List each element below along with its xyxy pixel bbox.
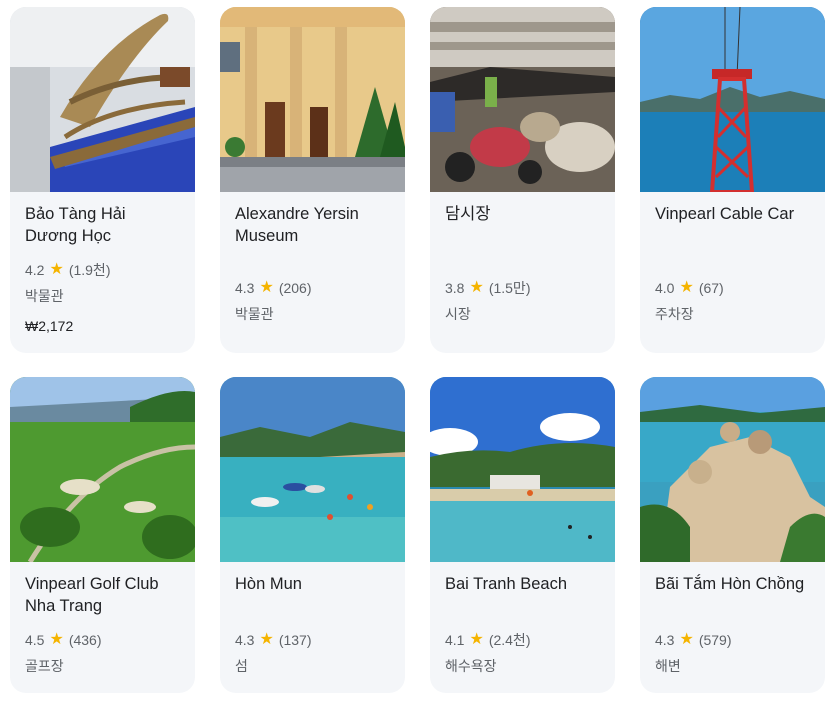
place-photo: [430, 7, 615, 192]
place-photo: [640, 7, 825, 192]
review-count: (1.5만): [488, 280, 531, 296]
place-photo: [430, 377, 615, 562]
rating-value: 4.3: [235, 280, 255, 296]
rating-value: 4.2: [25, 262, 45, 278]
place-card[interactable]: Alexandre Yersin Museum 4.3 ★ (206) 박물관: [220, 7, 405, 353]
place-card[interactable]: Bai Tranh Beach 4.1 ★ (2.4천) 해수욕장: [430, 377, 615, 693]
place-card[interactable]: Vinpearl Golf Club Nha Trang 4.5 ★ (436)…: [10, 377, 195, 693]
review-count: (137): [278, 632, 312, 648]
place-photo: [10, 7, 195, 192]
review-count: (1.9천): [68, 262, 111, 278]
place-photo: [220, 377, 405, 562]
star-icon: ★: [49, 631, 64, 648]
rating: 4.1 ★ (2.4천): [445, 631, 600, 649]
rating-value: 4.3: [235, 632, 255, 648]
rating: 3.8 ★ (1.5만): [445, 279, 600, 297]
place-title: Bảo Tàng Hải Dương Học: [25, 205, 126, 245]
place-title: Vinpearl Golf Club Nha Trang: [25, 575, 159, 615]
place-category: 주차장: [655, 306, 694, 322]
places-grid: Bảo Tàng Hải Dương Học 4.2 ★ (1.9천) 박물관 …: [10, 7, 825, 693]
place-category: 박물관: [235, 306, 274, 322]
place-category: 골프장: [25, 658, 64, 674]
review-count: (436): [68, 632, 102, 648]
place-card[interactable]: Bảo Tàng Hải Dương Học 4.2 ★ (1.9천) 박물관 …: [10, 7, 195, 353]
star-icon: ★: [49, 261, 64, 278]
rating-value: 4.3: [655, 632, 675, 648]
place-card[interactable]: Bãi Tắm Hòn Chồng 4.3 ★ (579) 해변: [640, 377, 825, 693]
place-photo: [10, 377, 195, 562]
place-card[interactable]: Hòn Mun 4.3 ★ (137) 섬: [220, 377, 405, 693]
place-title: Bãi Tắm Hòn Chồng: [655, 575, 805, 593]
review-count: (2.4천): [488, 632, 531, 648]
star-icon: ★: [259, 631, 274, 648]
place-category: 해수욕장: [445, 658, 497, 674]
rating: 4.0 ★ (67): [655, 279, 810, 297]
rating: 4.5 ★ (436): [25, 631, 180, 649]
review-count: (206): [278, 280, 312, 296]
rating-value: 4.1: [445, 632, 465, 648]
rating: 4.2 ★ (1.9천): [25, 261, 180, 279]
place-category: 해변: [655, 658, 681, 674]
place-category: 섬: [235, 658, 248, 674]
star-icon: ★: [259, 279, 274, 296]
rating: 4.3 ★ (137): [235, 631, 390, 649]
review-count: (67): [698, 280, 724, 296]
review-count: (579): [698, 632, 732, 648]
place-title: Vinpearl Cable Car: [655, 205, 795, 223]
place-photo: [640, 377, 825, 562]
star-icon: ★: [679, 279, 694, 296]
rating: 4.3 ★ (579): [655, 631, 810, 649]
rating: 4.3 ★ (206): [235, 279, 390, 297]
place-category: 시장: [445, 306, 471, 322]
rating-value: 4.5: [25, 632, 45, 648]
place-title: Alexandre Yersin Museum: [235, 205, 359, 245]
place-category: 박물관: [25, 288, 64, 304]
place-title: 담시장: [445, 205, 491, 223]
star-icon: ★: [469, 631, 484, 648]
rating-value: 4.0: [655, 280, 675, 296]
place-photo: [220, 7, 405, 192]
admission-price: ₩2,172: [25, 318, 74, 334]
star-icon: ★: [679, 631, 694, 648]
place-title: Hòn Mun: [235, 575, 302, 593]
star-icon: ★: [469, 279, 484, 296]
place-title: Bai Tranh Beach: [445, 575, 567, 593]
place-card[interactable]: 담시장 3.8 ★ (1.5만) 시장: [430, 7, 615, 353]
rating-value: 3.8: [445, 280, 465, 296]
place-card[interactable]: Vinpearl Cable Car 4.0 ★ (67) 주차장: [640, 7, 825, 353]
